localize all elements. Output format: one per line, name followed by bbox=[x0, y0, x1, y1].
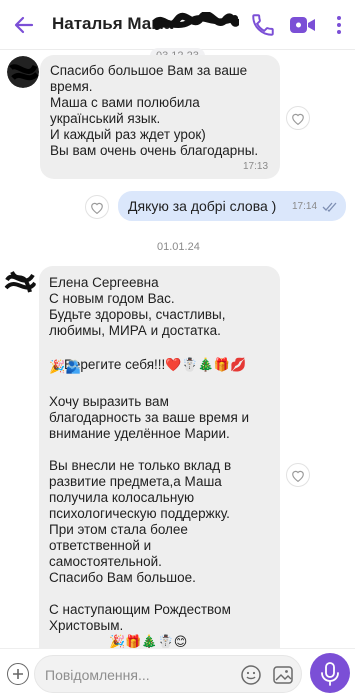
like-button[interactable] bbox=[286, 463, 310, 487]
date-separator: 01.01.24 bbox=[157, 241, 200, 253]
message-time: 17:13 bbox=[243, 161, 269, 172]
message-placeholder: Повідомлення... bbox=[45, 667, 150, 683]
redaction-scribble bbox=[153, 12, 239, 30]
avatar-scribble-icon bbox=[7, 56, 39, 88]
like-button[interactable] bbox=[85, 195, 109, 219]
message-emoji-line: Берегите себя!!!❤️☃️🎄🎁💋 bbox=[49, 341, 277, 389]
contact-avatar[interactable] bbox=[4, 266, 36, 298]
message-time: 17:14 bbox=[292, 201, 318, 212]
read-checkmarks-icon bbox=[322, 202, 337, 212]
more-options-icon[interactable] bbox=[333, 13, 345, 37]
emoji-icon[interactable] bbox=[240, 664, 262, 686]
chat-header: Наталья Мама bbox=[0, 0, 355, 50]
emoji-group: ❤️☃️🎄🎁💋 bbox=[165, 357, 247, 372]
incoming-message[interactable]: Спасибо большое Вам за ваше время. Маша … bbox=[40, 55, 280, 179]
message-input[interactable]: Повідомлення... bbox=[34, 655, 302, 693]
heart-icon bbox=[91, 202, 103, 214]
back-arrow-icon[interactable] bbox=[12, 13, 36, 37]
voice-message-button[interactable] bbox=[310, 653, 350, 693]
message-text: Дякую за добрі слова ) bbox=[128, 198, 277, 214]
gallery-icon[interactable] bbox=[272, 664, 294, 686]
avatar-scribble-icon bbox=[4, 267, 36, 297]
microphone-icon bbox=[321, 662, 339, 686]
video-call-icon[interactable] bbox=[289, 13, 317, 37]
message-text: Елена Сергеевна С новым годом Вас. Будьт… bbox=[49, 275, 226, 338]
emoji-group: 🎉🫂 bbox=[49, 359, 82, 374]
heart-icon bbox=[292, 470, 304, 482]
contact-avatar[interactable] bbox=[7, 56, 39, 88]
message-composer: Повідомлення... bbox=[0, 648, 355, 699]
incoming-message[interactable]: Елена Сергеевна С новым годом Вас. Будьт… bbox=[39, 266, 280, 666]
add-attachment-button[interactable] bbox=[7, 663, 29, 685]
phone-icon[interactable] bbox=[250, 12, 276, 38]
message-text: Спасибо большое Вам за ваше время. Маша … bbox=[50, 63, 259, 158]
plus-icon bbox=[13, 669, 23, 679]
message-text: Хочу выразить вам благодарность за ваше … bbox=[49, 394, 250, 633]
heart-icon bbox=[292, 113, 304, 125]
outgoing-message[interactable]: Дякую за добрі слова ) 17:14 bbox=[118, 191, 346, 221]
like-button[interactable] bbox=[286, 106, 310, 130]
